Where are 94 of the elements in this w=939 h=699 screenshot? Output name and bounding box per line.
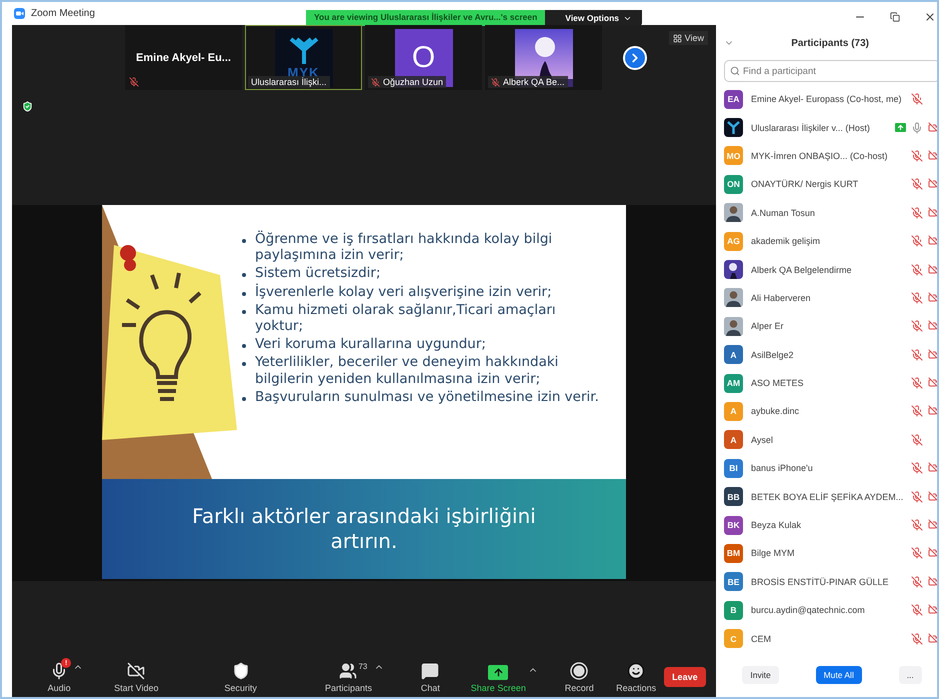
avatar: AM (724, 374, 743, 393)
toolbar-button[interactable]: Chat (420, 662, 440, 693)
avatar: A (724, 345, 743, 364)
logo-icon (724, 118, 743, 138)
avatar: BB (724, 487, 743, 506)
toolbar-button[interactable]: Record (564, 662, 594, 693)
avatar: A (724, 402, 743, 421)
participant-name: Alper Er (751, 321, 785, 332)
participant-name: Emine Akyel- Europass (Co-host, me) (751, 94, 903, 104)
restore-icon[interactable] (890, 12, 900, 22)
bullet-text: Öğrenme ve iş fırsatları hakkında kolay bilgi paylaşımına izin verir; (255, 231, 554, 264)
next-button[interactable] (623, 46, 647, 70)
thumbnail-label: Oğuzhan Uzun (368, 76, 446, 88)
participant-name: ASO METES (751, 378, 805, 388)
toolbar-button[interactable]: Reactions (616, 662, 656, 693)
window-title: Zoom Meeting (31, 8, 95, 19)
thumbnail-label: Alberk QA Be... (488, 76, 568, 88)
avatar-icon (724, 288, 743, 308)
avatar: ON (724, 174, 743, 194)
video-off-icon (127, 662, 146, 680)
panel-title: Participants (73) (790, 38, 870, 48)
bullet-text: Yeterlilikler, beceriler ve deneyim hakkındaki bilgilerin yeniden kullanılmasına izin verir; (255, 354, 560, 387)
record-icon (570, 662, 588, 680)
search-field[interactable]: Find a participant (724, 60, 937, 82)
participant-name: burcu.aydin@qatechnic.com (751, 605, 866, 616)
participant-name: banus iPhone'u (751, 463, 814, 474)
bullet-dot (242, 362, 246, 366)
view-button[interactable]: View (668, 31, 708, 45)
avatar: C (724, 629, 743, 648)
chat-icon (421, 662, 440, 680)
participant-name: MYK-İmren ONBAŞIO... (Co-host) (751, 150, 889, 161)
smiley-icon (627, 662, 646, 680)
bullet-dot (242, 292, 246, 296)
video-thumbnail[interactable]: O Oğuzhan Uzun (365, 25, 482, 90)
participant-name: aybuke.dinc (751, 406, 800, 416)
participant-name: Emine Akyel- Eu... (136, 52, 231, 64)
participant-name: ONAYTÜRK/ Nergis KURT (751, 179, 860, 190)
bullet-dot (242, 396, 246, 401)
avatar: BM (724, 544, 743, 563)
grid-icon (672, 34, 682, 42)
toolbar-button[interactable]: Share Screen (470, 665, 526, 693)
bullet-dot (242, 239, 246, 243)
participant-name: Uluslararası İlişkiler v... (Host) (751, 122, 871, 133)
avatar: AG (724, 232, 743, 251)
video-thumbnail[interactable]: Alberk QA Be... (485, 25, 602, 90)
participant-name: AsilBelge2 (751, 350, 795, 360)
bullet-text: Başvuruların sunulması ve yönetilmesine izin verir. (255, 388, 599, 405)
shield-icon (22, 101, 33, 112)
bullet-dot (242, 310, 246, 314)
participant-name: akademik gelişim (751, 236, 822, 246)
participant-name: BETEK BOYA ELİF ŞEFİKA AYDEM... (751, 492, 904, 502)
view-options-button[interactable]: View Options (545, 10, 642, 26)
bullet-text: Sistem ücretsizdir; (255, 265, 381, 282)
toolbar-button[interactable]: Start Video (114, 662, 159, 693)
participant-name: A.Numan Tosun (751, 208, 816, 218)
bullet-text: Kamu hizmeti olarak sağlanır,Ticari amaçları yoktur; (255, 302, 557, 334)
participant-name: BROSİS ENSTİTÜ-PINAR GÜLLE (751, 576, 890, 587)
toolbar-button[interactable]: 73 Participants (324, 662, 372, 693)
panel-button[interactable]: Invite (742, 666, 779, 684)
bullet-text: İşverenlerle kolay veri alışverişine izin verir; (255, 284, 552, 300)
avatar: B (724, 600, 743, 620)
thumbnail-label: Uluslararası İlişki... (248, 76, 330, 88)
leave-button[interactable]: Leave (664, 667, 706, 687)
participant-name: Aysel (751, 434, 774, 445)
video-thumbnail[interactable]: Emine Akyel- Eu... (125, 25, 242, 90)
video-thumbnail[interactable]: MYK Uluslararası İlişki... (245, 25, 362, 90)
avatar: BI (724, 458, 743, 478)
bullet-dot (242, 344, 246, 348)
avatar-icon (724, 316, 743, 336)
avatar: MO (724, 146, 743, 166)
participant-name: Beyza Kulak (751, 520, 802, 530)
panel-button[interactable]: ... (898, 666, 922, 684)
bullet-dot (242, 273, 246, 278)
participant-count: 73 (358, 662, 368, 671)
shield-icon (232, 662, 250, 680)
share-screen-icon (488, 665, 508, 680)
slide-headline: Farklı aktörler arasındaki işbirliğini artırın. (191, 504, 537, 554)
app-icon (14, 8, 25, 19)
participant-name: Alberk QA Belgelendirme (751, 264, 853, 275)
participant-name: CEM (751, 634, 772, 644)
bullet-text: Veri koruma kurallarına uygundur; (255, 336, 486, 352)
people-icon (339, 662, 358, 680)
avatar: BE (724, 572, 743, 592)
panel-button[interactable]: Mute All (816, 666, 862, 684)
search-icon (730, 66, 740, 76)
participant-name: Bilge MYM (751, 548, 796, 558)
close-icon[interactable] (924, 11, 936, 23)
sharing-banner: You are viewing Uluslararası İlişkiler ve Avru...'s screen (306, 10, 546, 26)
avatar-icon (724, 203, 743, 222)
avatar: EA (724, 90, 743, 109)
toolbar-button[interactable]: Security (224, 662, 257, 693)
avatar: BK (724, 516, 743, 535)
participant-name: Ali Haberveren (751, 292, 812, 303)
avatar: A (724, 430, 743, 450)
